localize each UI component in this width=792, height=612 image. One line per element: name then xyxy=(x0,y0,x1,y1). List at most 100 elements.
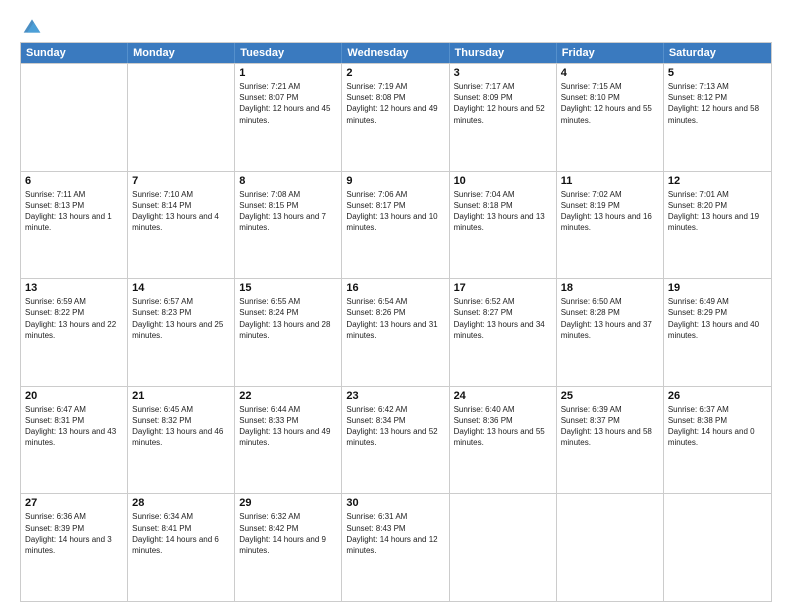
calendar-day-3: 3Sunrise: 7:17 AMSunset: 8:09 PMDaylight… xyxy=(450,64,557,171)
calendar-day-22: 22Sunrise: 6:44 AMSunset: 8:33 PMDayligh… xyxy=(235,387,342,494)
day-number: 15 xyxy=(239,282,337,294)
calendar-day-12: 12Sunrise: 7:01 AMSunset: 8:20 PMDayligh… xyxy=(664,172,771,279)
calendar-day-20: 20Sunrise: 6:47 AMSunset: 8:31 PMDayligh… xyxy=(21,387,128,494)
day-info-text: Daylight: 13 hours and 19 minutes. xyxy=(668,211,767,233)
day-info-text: Daylight: 13 hours and 13 minutes. xyxy=(454,211,552,233)
day-info-text: Sunrise: 7:21 AM xyxy=(239,81,337,92)
calendar-empty-cell xyxy=(21,64,128,171)
day-info-text: Sunrise: 7:04 AM xyxy=(454,189,552,200)
day-info-text: Sunset: 8:20 PM xyxy=(668,200,767,211)
day-info-text: Sunrise: 7:06 AM xyxy=(346,189,444,200)
day-number: 14 xyxy=(132,282,230,294)
calendar-empty-cell xyxy=(557,494,664,601)
day-number: 27 xyxy=(25,497,123,509)
day-info-text: Sunrise: 6:32 AM xyxy=(239,511,337,522)
calendar-day-24: 24Sunrise: 6:40 AMSunset: 8:36 PMDayligh… xyxy=(450,387,557,494)
day-info-text: Sunset: 8:22 PM xyxy=(25,307,123,318)
calendar-body: 1Sunrise: 7:21 AMSunset: 8:07 PMDaylight… xyxy=(21,63,771,601)
day-number: 4 xyxy=(561,67,659,79)
day-info-text: Sunset: 8:36 PM xyxy=(454,415,552,426)
day-number: 1 xyxy=(239,67,337,79)
day-number: 9 xyxy=(346,175,444,187)
day-info-text: Sunset: 8:14 PM xyxy=(132,200,230,211)
day-info-text: Sunrise: 6:50 AM xyxy=(561,296,659,307)
calendar-day-28: 28Sunrise: 6:34 AMSunset: 8:41 PMDayligh… xyxy=(128,494,235,601)
day-info-text: Daylight: 13 hours and 16 minutes. xyxy=(561,211,659,233)
day-info-text: Daylight: 13 hours and 22 minutes. xyxy=(25,319,123,341)
calendar-day-14: 14Sunrise: 6:57 AMSunset: 8:23 PMDayligh… xyxy=(128,279,235,386)
calendar-day-10: 10 Sunrise: 7:04 AMSunset: 8:18 PMDayligh… xyxy=(450,172,557,279)
day-number: 10 xyxy=(454,175,552,187)
day-info-text: Sunset: 8:18 PM xyxy=(454,200,552,211)
calendar-day-23: 23Sunrise: 6:42 AMSunset: 8:34 PMDayligh… xyxy=(342,387,449,494)
calendar-day-18: 18Sunrise: 6:50 AMSunset: 8:28 PMDayligh… xyxy=(557,279,664,386)
day-info-text: Sunrise: 6:37 AM xyxy=(668,404,767,415)
day-info-text: Sunrise: 7:02 AM xyxy=(561,189,659,200)
header-day-thursday: Thursday xyxy=(450,43,557,63)
calendar-day-7: 7Sunrise: 7:10 AMSunset: 8:14 PMDaylight… xyxy=(128,172,235,279)
day-info-text: Sunrise: 6:47 AM xyxy=(25,404,123,415)
day-number: 6 xyxy=(25,175,123,187)
calendar-day-19: 19Sunrise: 6:49 AMSunset: 8:29 PMDayligh… xyxy=(664,279,771,386)
day-info-text: Sunset: 8:17 PM xyxy=(346,200,444,211)
calendar-day-15: 15Sunrise: 6:55 AMSunset: 8:24 PMDayligh… xyxy=(235,279,342,386)
day-info-text: Sunrise: 6:36 AM xyxy=(25,511,123,522)
day-info-text: Sunset: 8:15 PM xyxy=(239,200,337,211)
day-info-text: Daylight: 12 hours and 58 minutes. xyxy=(668,103,767,125)
day-info-text: Daylight: 14 hours and 9 minutes. xyxy=(239,534,337,556)
logo xyxy=(20,16,42,34)
calendar-day-16: 16Sunrise: 6:54 AMSunset: 8:26 PMDayligh… xyxy=(342,279,449,386)
header-day-monday: Monday xyxy=(128,43,235,63)
calendar-empty-cell xyxy=(128,64,235,171)
day-number: 26 xyxy=(668,390,767,402)
day-number: 12 xyxy=(668,175,767,187)
calendar-day-21: 21Sunrise: 6:45 AMSunset: 8:32 PMDayligh… xyxy=(128,387,235,494)
logo-icon xyxy=(22,16,42,36)
day-info-text: Sunset: 8:29 PM xyxy=(668,307,767,318)
day-info-text: Sunrise: 6:31 AM xyxy=(346,511,444,522)
day-number: 16 xyxy=(346,282,444,294)
day-info-text: Sunset: 8:37 PM xyxy=(561,415,659,426)
day-info-text: Sunset: 8:39 PM xyxy=(25,523,123,534)
day-number: 28 xyxy=(132,497,230,509)
calendar-day-29: 29 Sunrise: 6:32 AMSunset: 8:42 PMDayligh… xyxy=(235,494,342,601)
day-info-text: Daylight: 13 hours and 46 minutes. xyxy=(132,426,230,448)
day-number: 29 xyxy=(239,497,337,509)
calendar-row-1: 6Sunrise: 7:11 AMSunset: 8:13 PMDaylight… xyxy=(21,171,771,279)
day-info-text: Sunset: 8:13 PM xyxy=(25,200,123,211)
day-info-text: Sunrise: 7:10 AM xyxy=(132,189,230,200)
day-info-text: Sunset: 8:42 PM xyxy=(239,523,337,534)
day-info-text: Sunset: 8:27 PM xyxy=(454,307,552,318)
calendar-row-4: 27 Sunrise: 6:36 AMSunset: 8:39 PM Dayligh… xyxy=(21,493,771,601)
day-number: 22 xyxy=(239,390,337,402)
day-number: 23 xyxy=(346,390,444,402)
day-info-text: Daylight: 12 hours and 52 minutes. xyxy=(454,103,552,125)
calendar-day-25: 25Sunrise: 6:39 AMSunset: 8:37 PMDayligh… xyxy=(557,387,664,494)
day-info-text: Sunrise: 7:19 AM xyxy=(346,81,444,92)
day-info-text: Sunset: 8:08 PM xyxy=(346,92,444,103)
day-info-text: Sunset: 8:19 PM xyxy=(561,200,659,211)
day-info-text: Sunrise: 6:44 AM xyxy=(239,404,337,415)
day-number: 21 xyxy=(132,390,230,402)
day-number: 20 xyxy=(25,390,123,402)
day-info-text: Sunrise: 6:57 AM xyxy=(132,296,230,307)
calendar-day-11: 11Sunrise: 7:02 AMSunset: 8:19 PMDayligh… xyxy=(557,172,664,279)
day-info-text: Sunset: 8:28 PM xyxy=(561,307,659,318)
day-info-text: Daylight: 13 hours and 37 minutes. xyxy=(561,319,659,341)
day-info-text: Daylight: 13 hours and 31 minutes. xyxy=(346,319,444,341)
day-info-text: Daylight: 13 hours and 28 minutes. xyxy=(239,319,337,341)
day-info-text: Sunrise: 6:40 AM xyxy=(454,404,552,415)
day-info-text: Sunset: 8:32 PM xyxy=(132,415,230,426)
calendar-empty-cell xyxy=(664,494,771,601)
day-info-text: Sunrise: 6:54 AM xyxy=(346,296,444,307)
day-number: 13 xyxy=(25,282,123,294)
day-info-text: Sunset: 8:38 PM xyxy=(668,415,767,426)
page: SundayMondayTuesdayWednesdayThursdayFrid… xyxy=(0,0,792,612)
calendar-day-17: 17Sunrise: 6:52 AMSunset: 8:27 PMDayligh… xyxy=(450,279,557,386)
calendar-day-4: 4Sunrise: 7:15 AMSunset: 8:10 PMDaylight… xyxy=(557,64,664,171)
header-day-sunday: Sunday xyxy=(21,43,128,63)
calendar-day-8: 8Sunrise: 7:08 AMSunset: 8:15 PMDaylight… xyxy=(235,172,342,279)
day-number: 8 xyxy=(239,175,337,187)
calendar-day-30: 30Sunrise: 6:31 AMSunset: 8:43 PMDayligh… xyxy=(342,494,449,601)
day-info-text: Daylight: 13 hours and 7 minutes. xyxy=(239,211,337,233)
